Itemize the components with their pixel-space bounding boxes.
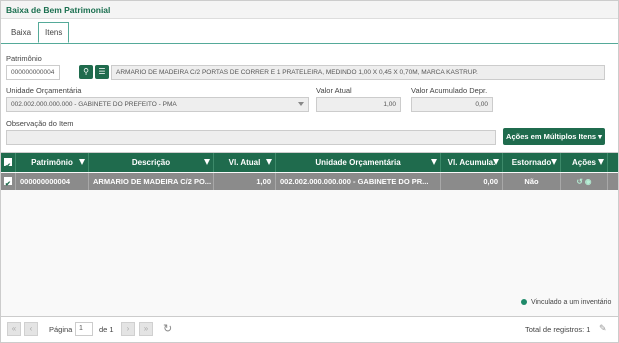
filter-icon[interactable] — [204, 159, 210, 165]
next-page-icon: › — [126, 324, 130, 333]
last-page-icon: » — [143, 324, 149, 333]
legend: Vinculado a um inventário — [521, 299, 611, 306]
tab-divider — [1, 43, 618, 44]
filter-icon[interactable] — [493, 159, 499, 165]
select-all-checkbox[interactable] — [1, 153, 16, 176]
col-estornado-label: Estornado — [511, 158, 552, 167]
col-unidade[interactable]: Unidade Orçamentária — [276, 153, 441, 172]
col-estornado[interactable]: Estornado — [503, 153, 561, 172]
patrimonio-input[interactable]: 000000000004 — [6, 65, 60, 80]
cell-acoes: ↺ ◉ — [561, 173, 608, 190]
pagination-bar: « ‹ Página 1 de 1 › » ↻ Total de registr… — [1, 318, 618, 342]
unidade-label: Unidade Orçamentária — [6, 86, 82, 95]
observacao-input[interactable] — [6, 130, 496, 145]
check-icon — [4, 176, 12, 190]
patrimonio-description: ARMARIO DE MADEIRA C/2 PORTAS DE CORRER … — [111, 65, 605, 80]
filter-icon[interactable] — [431, 159, 437, 165]
observacao-label: Observação do Item — [6, 119, 74, 128]
tab-bar: Baixa Itens — [4, 22, 70, 43]
cell-descricao: ARMARIO DE MADEIRA C/2 PO... — [89, 173, 214, 190]
list-icon: ☰ — [98, 67, 106, 76]
col-descricao-label: Descrição — [131, 158, 171, 167]
filter-icon[interactable] — [598, 159, 604, 165]
search-button[interactable]: ⚲ — [79, 65, 93, 79]
prev-page-button[interactable]: ‹ — [24, 322, 38, 336]
patrimonio-label: Patrimônio — [6, 54, 42, 63]
items-grid: Patrimônio Descrição Vl. Atual Unidade O… — [1, 152, 618, 317]
filter-icon[interactable] — [79, 159, 85, 165]
multi-actions-label: Ações em Múltiplos Itens — [506, 132, 597, 141]
cell-vl-acumula: 0,00 — [441, 173, 503, 190]
undo-icon[interactable]: ↺ — [577, 177, 583, 186]
col-descricao[interactable]: Descrição — [89, 153, 214, 172]
unidade-select-value: 002.002.000.000.000 - GABINETE DO PREFEI… — [11, 101, 177, 108]
filter-icon[interactable] — [551, 159, 557, 165]
col-unidade-label: Unidade Orçamentária — [315, 158, 401, 167]
page-label: Página — [49, 325, 73, 334]
valor-acumulado-label: Valor Acumulado Depr. — [411, 86, 488, 95]
col-vl-atual[interactable]: Vl. Atual — [214, 153, 276, 172]
col-acoes-label: Ações — [571, 158, 596, 167]
check-icon — [4, 157, 12, 176]
grid-header: Patrimônio Descrição Vl. Atual Unidade O… — [1, 153, 618, 176]
chevron-down-icon — [298, 102, 304, 106]
tab-itens[interactable]: Itens — [38, 22, 70, 43]
col-vl-acumula-label: Vl. Acumula. — [447, 158, 496, 167]
search-icon: ⚲ — [83, 67, 89, 76]
cell-vl-atual: 1,00 — [214, 173, 276, 190]
page-input[interactable]: 1 — [75, 322, 93, 336]
total-records: Total de registros: 1 — [525, 325, 591, 334]
valor-acumulado-field: 0,00 — [411, 97, 493, 112]
filter-icon[interactable] — [266, 159, 272, 165]
view-icon[interactable]: ◉ — [585, 177, 592, 186]
col-vl-atual-label: Vl. Atual — [228, 158, 261, 167]
multi-actions-button[interactable]: Ações em Múltiplos Itens ▾ — [503, 128, 605, 145]
unidade-select[interactable]: 002.002.000.000.000 - GABINETE DO PREFEI… — [6, 97, 309, 112]
cell-patrimonio: 000000000004 — [16, 173, 89, 190]
eraser-icon[interactable]: ✎ — [599, 323, 607, 334]
refresh-icon[interactable]: ↻ — [163, 322, 172, 335]
prev-page-icon: ‹ — [29, 324, 33, 333]
window-title: Baixa de Bem Patrimonial — [1, 1, 618, 19]
last-page-button[interactable]: » — [139, 322, 153, 336]
page-of-label: de 1 — [99, 325, 114, 334]
next-page-button[interactable]: › — [121, 322, 135, 336]
first-page-button[interactable]: « — [7, 322, 21, 336]
row-checkbox[interactable] — [1, 173, 16, 190]
col-patrimonio-label: Patrimônio — [31, 158, 73, 167]
cell-unidade: 002.002.000.000.000 - GABINETE DO PR... — [276, 173, 441, 190]
col-patrimonio[interactable]: Patrimônio — [16, 153, 89, 172]
caret-down-icon: ▾ — [598, 132, 602, 141]
col-acoes[interactable]: Ações — [561, 153, 608, 172]
list-button[interactable]: ☰ — [95, 65, 109, 79]
valor-atual-field: 1,00 — [316, 97, 401, 112]
valor-atual-label: Valor Atual — [316, 86, 352, 95]
col-vl-acumula[interactable]: Vl. Acumula. — [441, 153, 503, 172]
first-page-icon: « — [11, 324, 17, 333]
status-dot-icon — [521, 299, 527, 306]
cell-estornado: Não — [503, 173, 561, 190]
legend-label: Vinculado a um inventário — [530, 299, 612, 306]
window: Baixa de Bem Patrimonial Baixa Itens Pat… — [0, 0, 619, 343]
tab-baixa[interactable]: Baixa — [4, 22, 38, 43]
table-row[interactable]: 000000000004 ARMARIO DE MADEIRA C/2 PO..… — [1, 173, 618, 190]
